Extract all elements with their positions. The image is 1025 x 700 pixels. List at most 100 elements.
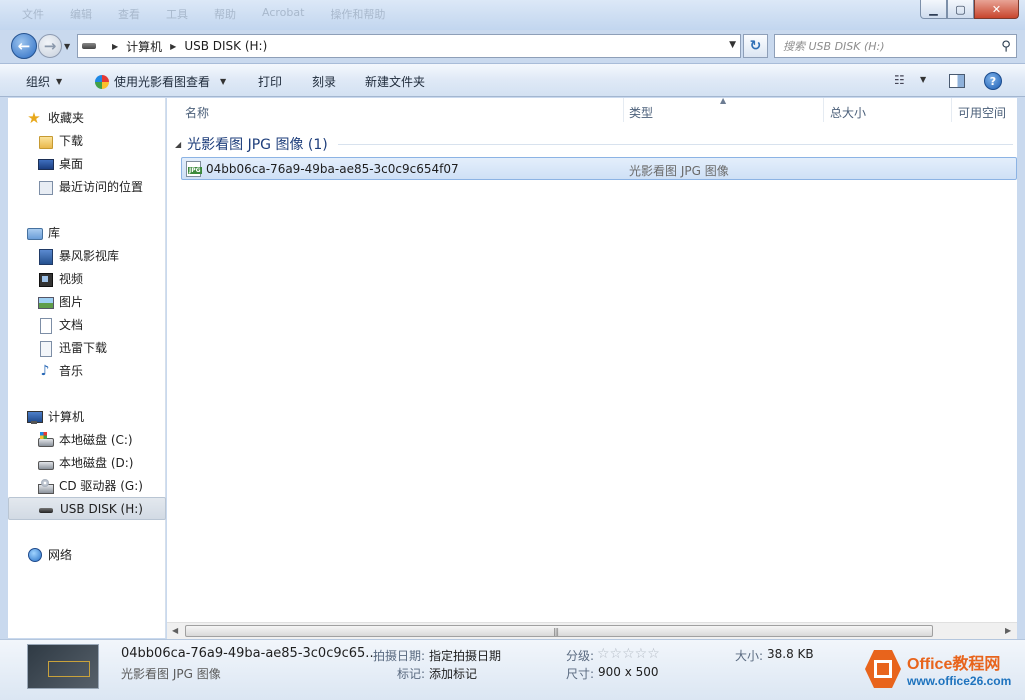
sidebar-item-label: 音乐 bbox=[59, 364, 84, 378]
title-bar: 文件 编辑 查看 工具 帮助 Acrobat 操作和帮助 ▁ ▢ ✕ bbox=[0, 0, 1025, 30]
scroll-right-icon[interactable]: ▶ bbox=[1005, 626, 1011, 635]
search-icon[interactable]: ⚲ bbox=[996, 39, 1016, 54]
command-bar: 组织 ▼ 使用光影看图查看 ▼ 打印 刻录 新建文件夹 ☷ ▼ ? bbox=[0, 63, 1025, 97]
arrow-right-icon: → bbox=[43, 37, 57, 55]
group-header[interactable]: ◢ 光影看图 JPG 图像 (1) bbox=[175, 134, 1013, 154]
window-controls: ▁ ▢ ✕ bbox=[920, 0, 1019, 19]
sidebar-item-label: 网络 bbox=[48, 548, 73, 562]
list-item[interactable]: JPG 04bb06ca-76a9-49ba-ae85-3c0c9c654f07… bbox=[181, 157, 1017, 180]
sidebar-item-label: 迅雷下载 bbox=[59, 341, 108, 355]
sidebar-item-libraries[interactable]: 库 bbox=[8, 221, 166, 244]
print-button[interactable]: 打印 bbox=[258, 73, 282, 90]
rating-label: 分级: bbox=[566, 649, 595, 663]
horizontal-scrollbar[interactable]: ◀ ||| ▶ bbox=[167, 622, 1017, 639]
address-row: ← → ▼ ▶ 计算机 ▶ USB DISK (H:) ▼ ↻ ⚲ bbox=[0, 30, 1025, 62]
chevron-down-icon[interactable]: ▼ bbox=[729, 40, 736, 50]
file-name: 04bb06ca-76a9-49ba-ae85-3c0c9c654f07 bbox=[206, 162, 459, 176]
cd-drive-icon bbox=[37, 478, 54, 494]
sidebar-item-videos[interactable]: 视频 bbox=[8, 267, 166, 290]
view-options-icon[interactable]: ☷ bbox=[894, 73, 910, 87]
scroll-left-icon[interactable]: ◀ bbox=[172, 626, 178, 635]
sidebar-item-desktop[interactable]: 桌面 bbox=[8, 152, 166, 175]
rating-stars[interactable]: ☆☆☆☆☆ bbox=[597, 646, 660, 662]
breadcrumb-usb-disk[interactable]: USB DISK (H:) bbox=[184, 39, 267, 53]
open-with-label: 使用光影看图查看 bbox=[114, 75, 211, 89]
sidebar-item-label: 库 bbox=[48, 226, 61, 240]
maximize-button[interactable]: ▢ bbox=[947, 0, 974, 19]
sidebar-item-drive-d[interactable]: 本地磁盘 (D:) bbox=[8, 451, 166, 474]
burn-button[interactable]: 刻录 bbox=[312, 73, 336, 90]
column-header-free-space[interactable]: 可用空间 bbox=[958, 104, 1006, 121]
chevron-right-icon[interactable]: ▶ bbox=[170, 42, 176, 51]
file-type: 光影看图 JPG 图像 bbox=[629, 164, 729, 178]
address-bar[interactable]: ▶ 计算机 ▶ USB DISK (H:) ▼ bbox=[77, 34, 741, 58]
sidebar-item-baofeng-library[interactable]: 暴风影视库 bbox=[8, 244, 166, 267]
sidebar-item-label: 收藏夹 bbox=[48, 111, 85, 125]
sidebar-item-network[interactable]: 网络 bbox=[8, 543, 166, 566]
back-button[interactable]: ← bbox=[11, 33, 37, 59]
sidebar-item-pictures[interactable]: 图片 bbox=[8, 290, 166, 313]
new-folder-button[interactable]: 新建文件夹 bbox=[365, 73, 425, 90]
collapse-triangle-icon[interactable]: ◢ bbox=[175, 140, 181, 149]
star-icon: ★ bbox=[27, 108, 41, 127]
sidebar-item-label: 图片 bbox=[59, 295, 84, 309]
sidebar-item-label: 桌面 bbox=[59, 157, 84, 171]
column-divider[interactable] bbox=[623, 98, 624, 122]
sidebar-item-label: 本地磁盘 (C:) bbox=[59, 433, 133, 447]
column-divider[interactable] bbox=[823, 98, 824, 122]
search-box[interactable]: ⚲ bbox=[774, 34, 1017, 58]
computer-icon bbox=[26, 409, 43, 425]
scrollbar-thumb[interactable]: ||| bbox=[185, 625, 933, 637]
close-button[interactable]: ✕ bbox=[974, 0, 1019, 19]
column-header-name[interactable]: 名称 bbox=[185, 104, 209, 121]
ghost-menu-item: 文件 bbox=[22, 8, 44, 21]
refresh-button[interactable]: ↻ bbox=[743, 34, 768, 58]
minimize-button[interactable]: ▁ bbox=[920, 0, 947, 19]
open-with-button[interactable]: 使用光影看图查看 ▼ bbox=[95, 73, 226, 90]
sidebar-item-label: 计算机 bbox=[48, 410, 85, 424]
watermark-line1: Office教程网 bbox=[907, 656, 1001, 673]
help-icon[interactable]: ? bbox=[984, 72, 1002, 90]
column-header-type[interactable]: 类型 bbox=[629, 104, 653, 121]
sidebar-item-documents[interactable]: 文档 bbox=[8, 313, 166, 336]
library-icon bbox=[26, 225, 43, 241]
breadcrumb-computer[interactable]: 计算机 bbox=[126, 38, 162, 55]
sidebar-item-music[interactable]: ♪ 音乐 bbox=[8, 359, 166, 382]
recent-pages-dropdown[interactable]: ▼ bbox=[64, 42, 70, 51]
sidebar-item-label: 暴风影视库 bbox=[59, 249, 120, 263]
column-divider[interactable] bbox=[951, 98, 952, 122]
date-taken-value[interactable]: 指定拍摄日期 bbox=[429, 647, 501, 664]
sidebar-item-usb-disk[interactable]: USB DISK (H:) bbox=[8, 497, 166, 520]
sidebar-item-xunlei-downloads[interactable]: 迅雷下载 bbox=[8, 336, 166, 359]
favorites-group: ★ 收藏夹 下载 桌面 最近访问的位置 bbox=[8, 106, 166, 198]
ghost-menu-item: 工具 bbox=[166, 8, 188, 21]
ghost-menu-item: 编辑 bbox=[70, 8, 92, 21]
usb-drive-icon bbox=[82, 43, 96, 49]
libraries-group: 库 暴风影视库 视频 图片 文档 迅雷下载 ♪ 音乐 bbox=[8, 221, 166, 382]
chevron-down-icon[interactable]: ▼ bbox=[920, 75, 926, 84]
column-header-total-size[interactable]: 总大小 bbox=[830, 104, 866, 121]
sidebar-item-drive-g[interactable]: CD 驱动器 (G:) bbox=[8, 474, 166, 497]
chevron-down-icon: ▼ bbox=[220, 77, 227, 86]
sidebar-item-drive-c[interactable]: 本地磁盘 (C:) bbox=[8, 428, 166, 451]
grip-icon: ||| bbox=[553, 627, 559, 636]
desktop-icon bbox=[37, 156, 54, 172]
music-note-icon: ♪ bbox=[40, 362, 50, 379]
sidebar-item-computer[interactable]: 计算机 bbox=[8, 405, 166, 428]
search-input[interactable] bbox=[783, 39, 996, 53]
organize-button[interactable]: 组织 ▼ bbox=[26, 73, 62, 90]
chevron-right-icon[interactable]: ▶ bbox=[112, 42, 118, 51]
sidebar-item-favorites[interactable]: ★ 收藏夹 bbox=[8, 106, 166, 129]
preview-pane-icon[interactable] bbox=[949, 74, 965, 88]
sidebar-item-recent-places[interactable]: 最近访问的位置 bbox=[8, 175, 166, 198]
ghost-menu-item: Acrobat bbox=[262, 6, 305, 19]
watermark-line2: www.office26.com bbox=[907, 674, 1012, 688]
network-group: 网络 bbox=[8, 543, 166, 566]
system-drive-icon bbox=[37, 431, 54, 448]
tags-value[interactable]: 添加标记 bbox=[429, 665, 477, 682]
forward-button[interactable]: → bbox=[38, 34, 62, 58]
details-file-name: 04bb06ca-76a9-49ba-ae85-3c0c9c65... bbox=[121, 646, 378, 661]
group-label: 光影看图 JPG 图像 (1) bbox=[187, 137, 328, 153]
sidebar-item-label: 本地磁盘 (D:) bbox=[59, 456, 134, 470]
sidebar-item-downloads[interactable]: 下载 bbox=[8, 129, 166, 152]
